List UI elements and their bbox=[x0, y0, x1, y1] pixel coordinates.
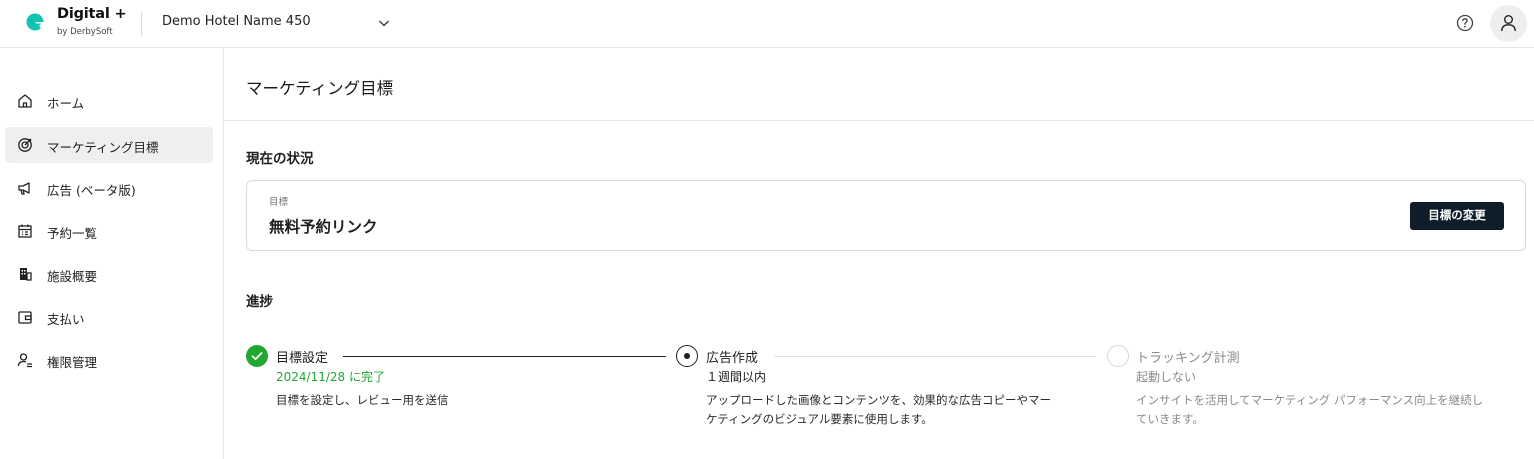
calendar-list-icon bbox=[18, 224, 32, 238]
help-icon[interactable] bbox=[1455, 13, 1475, 33]
brand-logo-icon bbox=[26, 13, 44, 31]
sidebar-item-ads[interactable]: 広告 (ベータ版) bbox=[5, 170, 213, 206]
step-title: 目標設定 bbox=[276, 351, 329, 366]
sidebar-item-payments[interactable]: 支払い bbox=[5, 299, 213, 335]
user-icon bbox=[1501, 15, 1516, 32]
sidebar-item-marketing-goals[interactable]: マーケティング目標 bbox=[5, 127, 213, 163]
target-icon bbox=[18, 138, 32, 152]
step-description-line: インサイトを活用してマーケティング パフォーマンス向上を継続し bbox=[1136, 393, 1484, 407]
brand-title: Digital + bbox=[57, 6, 127, 22]
current-status-heading: 現在の状況 bbox=[246, 151, 314, 167]
sidebar-item-label: マーケティング目標 bbox=[47, 140, 159, 155]
step-subtitle: 起動しない bbox=[1136, 370, 1197, 384]
sidebar-item-label: 予約一覧 bbox=[47, 226, 98, 241]
building-icon bbox=[20, 268, 32, 281]
hotel-selector[interactable]: Demo Hotel Name 450 bbox=[162, 14, 311, 29]
sidebar-item-property[interactable]: 施設概要 bbox=[5, 256, 213, 292]
step-subtitle: 2024/11/28 に完了 bbox=[276, 370, 385, 384]
megaphone-icon bbox=[18, 182, 30, 195]
sidebar: ホーム マーケティング目標 広告 (ベータ版) 予約一覧 施設概要 支払い 権限… bbox=[0, 48, 224, 459]
step-subtitle: １週間以内 bbox=[706, 370, 767, 384]
step-description-line: ケティングのビジュアル要素に使用します。 bbox=[706, 412, 933, 426]
step-connector bbox=[343, 356, 666, 357]
sidebar-item-home[interactable]: ホーム bbox=[5, 83, 213, 119]
step-description: 目標を設定し、レビュー用を送信 bbox=[276, 393, 449, 407]
sidebar-item-label: 支払い bbox=[47, 312, 85, 327]
divider bbox=[141, 12, 142, 36]
sidebar-item-label: ホーム bbox=[47, 96, 85, 111]
step-description-line: アップロードした画像とコンテンツを、効果的な広告コピーやマー bbox=[706, 393, 1051, 407]
sidebar-item-label: 施設概要 bbox=[47, 269, 98, 284]
goal-value: 無料予約リンク bbox=[269, 218, 378, 236]
avatar[interactable] bbox=[1490, 5, 1527, 42]
brand-subtitle: by DerbySoft bbox=[57, 27, 113, 37]
progress-heading: 進捗 bbox=[246, 294, 273, 310]
sidebar-item-label: 広告 (ベータ版) bbox=[47, 183, 136, 198]
current-dot-icon bbox=[683, 352, 690, 359]
sidebar-item-permissions[interactable]: 権限管理 bbox=[5, 342, 213, 378]
step-title: 広告作成 bbox=[706, 351, 759, 366]
check-icon bbox=[251, 352, 263, 361]
step-complete-indicator bbox=[246, 345, 268, 367]
goal-label: 目標 bbox=[269, 197, 289, 208]
wallet-icon bbox=[18, 311, 32, 324]
change-goal-button[interactable]: 目標の変更 bbox=[1410, 202, 1504, 230]
step-current-indicator bbox=[676, 345, 698, 367]
user-settings-icon bbox=[17, 353, 32, 368]
page-title: マーケティング目標 bbox=[246, 79, 394, 98]
sidebar-item-reservations[interactable]: 予約一覧 bbox=[5, 213, 213, 249]
step-pending-indicator bbox=[1107, 345, 1129, 367]
chevron-down-icon[interactable] bbox=[377, 16, 391, 30]
top-bar: Digital + by DerbySoft Demo Hotel Name 4… bbox=[0, 0, 1534, 48]
home-icon bbox=[18, 94, 32, 108]
goal-card: 目標 無料予約リンク 目標の変更 bbox=[246, 180, 1526, 251]
sidebar-item-label: 権限管理 bbox=[47, 355, 98, 370]
step-title: トラッキング計測 bbox=[1136, 351, 1240, 366]
step-description: アップロードした画像とコンテンツを、効果的な広告コピーやマー ケティングのビジュ… bbox=[706, 391, 1106, 429]
step-connector bbox=[774, 356, 1096, 357]
step-description: インサイトを活用してマーケティング パフォーマンス向上を継続し ていきます。 bbox=[1136, 391, 1528, 429]
step-description-line: ていきます。 bbox=[1136, 412, 1204, 426]
page-header: マーケティング目標 bbox=[224, 48, 1534, 121]
